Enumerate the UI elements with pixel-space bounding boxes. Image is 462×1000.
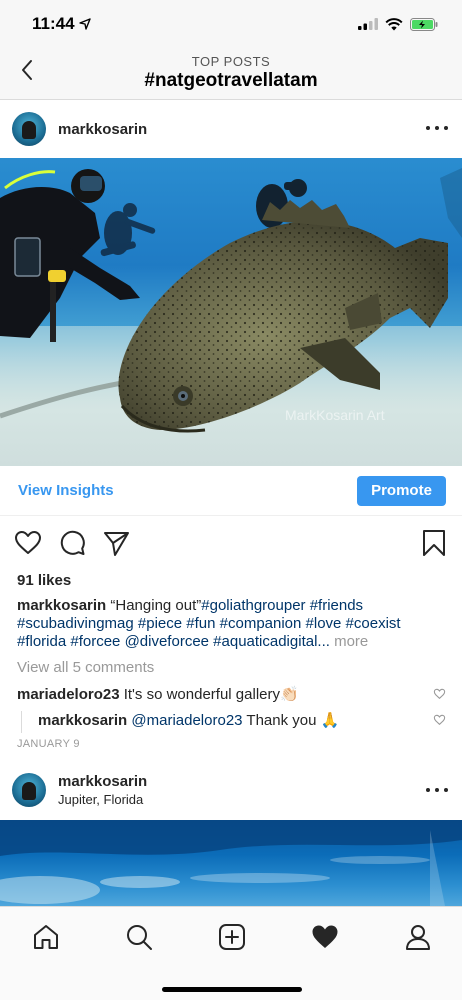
share-icon[interactable] [102, 529, 130, 557]
comment-reply: markkosarin @mariadeloro23 Thank you 🙏 [0, 711, 462, 733]
likes-count[interactable]: 91 likes [0, 572, 462, 589]
reply-username[interactable]: markkosarin [38, 712, 127, 729]
cellular-signal-icon [358, 18, 378, 30]
nav-header: TOP POSTS #natgeotravellatam [0, 48, 462, 100]
profile-icon[interactable] [404, 923, 432, 951]
reply-like-heart-icon[interactable] [433, 714, 446, 726]
post-image[interactable]: MarkKosarin Art [0, 158, 462, 466]
heart-icon[interactable] [14, 529, 42, 557]
promote-button[interactable]: Promote [357, 475, 446, 506]
caption-more-link[interactable]: more [334, 633, 368, 650]
battery-charging-icon [410, 17, 438, 31]
search-icon[interactable] [125, 923, 153, 951]
caption-username[interactable]: markkosarin [17, 597, 106, 614]
home-indicator [162, 987, 302, 992]
new-post-icon[interactable] [218, 923, 246, 951]
comment-item: mariadeloro23 It's so wonderful gallery👏… [0, 685, 462, 703]
view-insights-link[interactable]: View Insights [18, 482, 114, 499]
wifi-icon [385, 17, 403, 30]
comment-like-heart-icon[interactable] [433, 688, 446, 700]
page-title: #natgeotravellatam [144, 70, 318, 91]
post2-location[interactable]: Jupiter, Florida [58, 792, 147, 807]
post-header: markkosarin [0, 100, 462, 158]
underwater-surface-scene [0, 820, 462, 906]
comment-text: It's so wonderful gallery👏🏻 [123, 686, 299, 703]
comment-icon[interactable] [58, 529, 86, 557]
reply-mention[interactable]: @mariadeloro23 [131, 712, 242, 729]
status-time: 11:44 [32, 14, 75, 33]
back-chevron-icon[interactable] [16, 58, 40, 82]
insights-bar: View Insights Promote [0, 466, 462, 516]
caption-hashtags-2[interactable]: #scubadivingmag #piece #fun #companion #… [17, 615, 401, 632]
avatar[interactable] [12, 112, 46, 146]
post-user-info: markkosarin [58, 121, 147, 138]
header-subtitle: TOP POSTS [191, 54, 271, 69]
location-arrow-icon [78, 18, 91, 30]
more-options-icon[interactable] [426, 120, 448, 136]
post2-username[interactable]: markkosarin [58, 773, 147, 790]
status-bar: 11:44 [0, 0, 462, 48]
post-username[interactable]: markkosarin [58, 121, 147, 138]
more-options-icon[interactable] [426, 782, 448, 798]
image-watermark: MarkKosarin Art [285, 407, 385, 423]
bookmark-icon[interactable] [422, 529, 446, 557]
reply-text: Thank you 🙏 [246, 712, 340, 729]
caption-hashtags-3[interactable]: #florida #forcee @diveforcee #aquaticadi… [17, 633, 330, 650]
post-actions [0, 516, 462, 570]
caption-hashtags-1[interactable]: #goliathgrouper #friends [201, 597, 363, 614]
bottom-tab-bar [0, 906, 462, 1000]
post2-image[interactable] [0, 820, 462, 906]
comment-username[interactable]: mariadeloro23 [17, 686, 120, 703]
post-caption: markkosarin “Hanging out”#goliathgrouper… [0, 597, 462, 651]
status-icons [358, 17, 438, 31]
underwater-scene: MarkKosarin Art [0, 168, 462, 433]
post-timestamp: JANUARY 9 [17, 738, 80, 750]
home-icon[interactable] [32, 923, 60, 951]
caption-text: “Hanging out” [110, 597, 202, 614]
post2-header: markkosarin Jupiter, Florida [0, 760, 462, 820]
post2-user-info: markkosarin Jupiter, Florida [58, 773, 147, 807]
avatar[interactable] [12, 773, 46, 807]
view-all-comments-link[interactable]: View all 5 comments [0, 659, 462, 676]
activity-heart-icon[interactable] [311, 923, 339, 951]
status-time-group: 11:44 [32, 14, 91, 34]
